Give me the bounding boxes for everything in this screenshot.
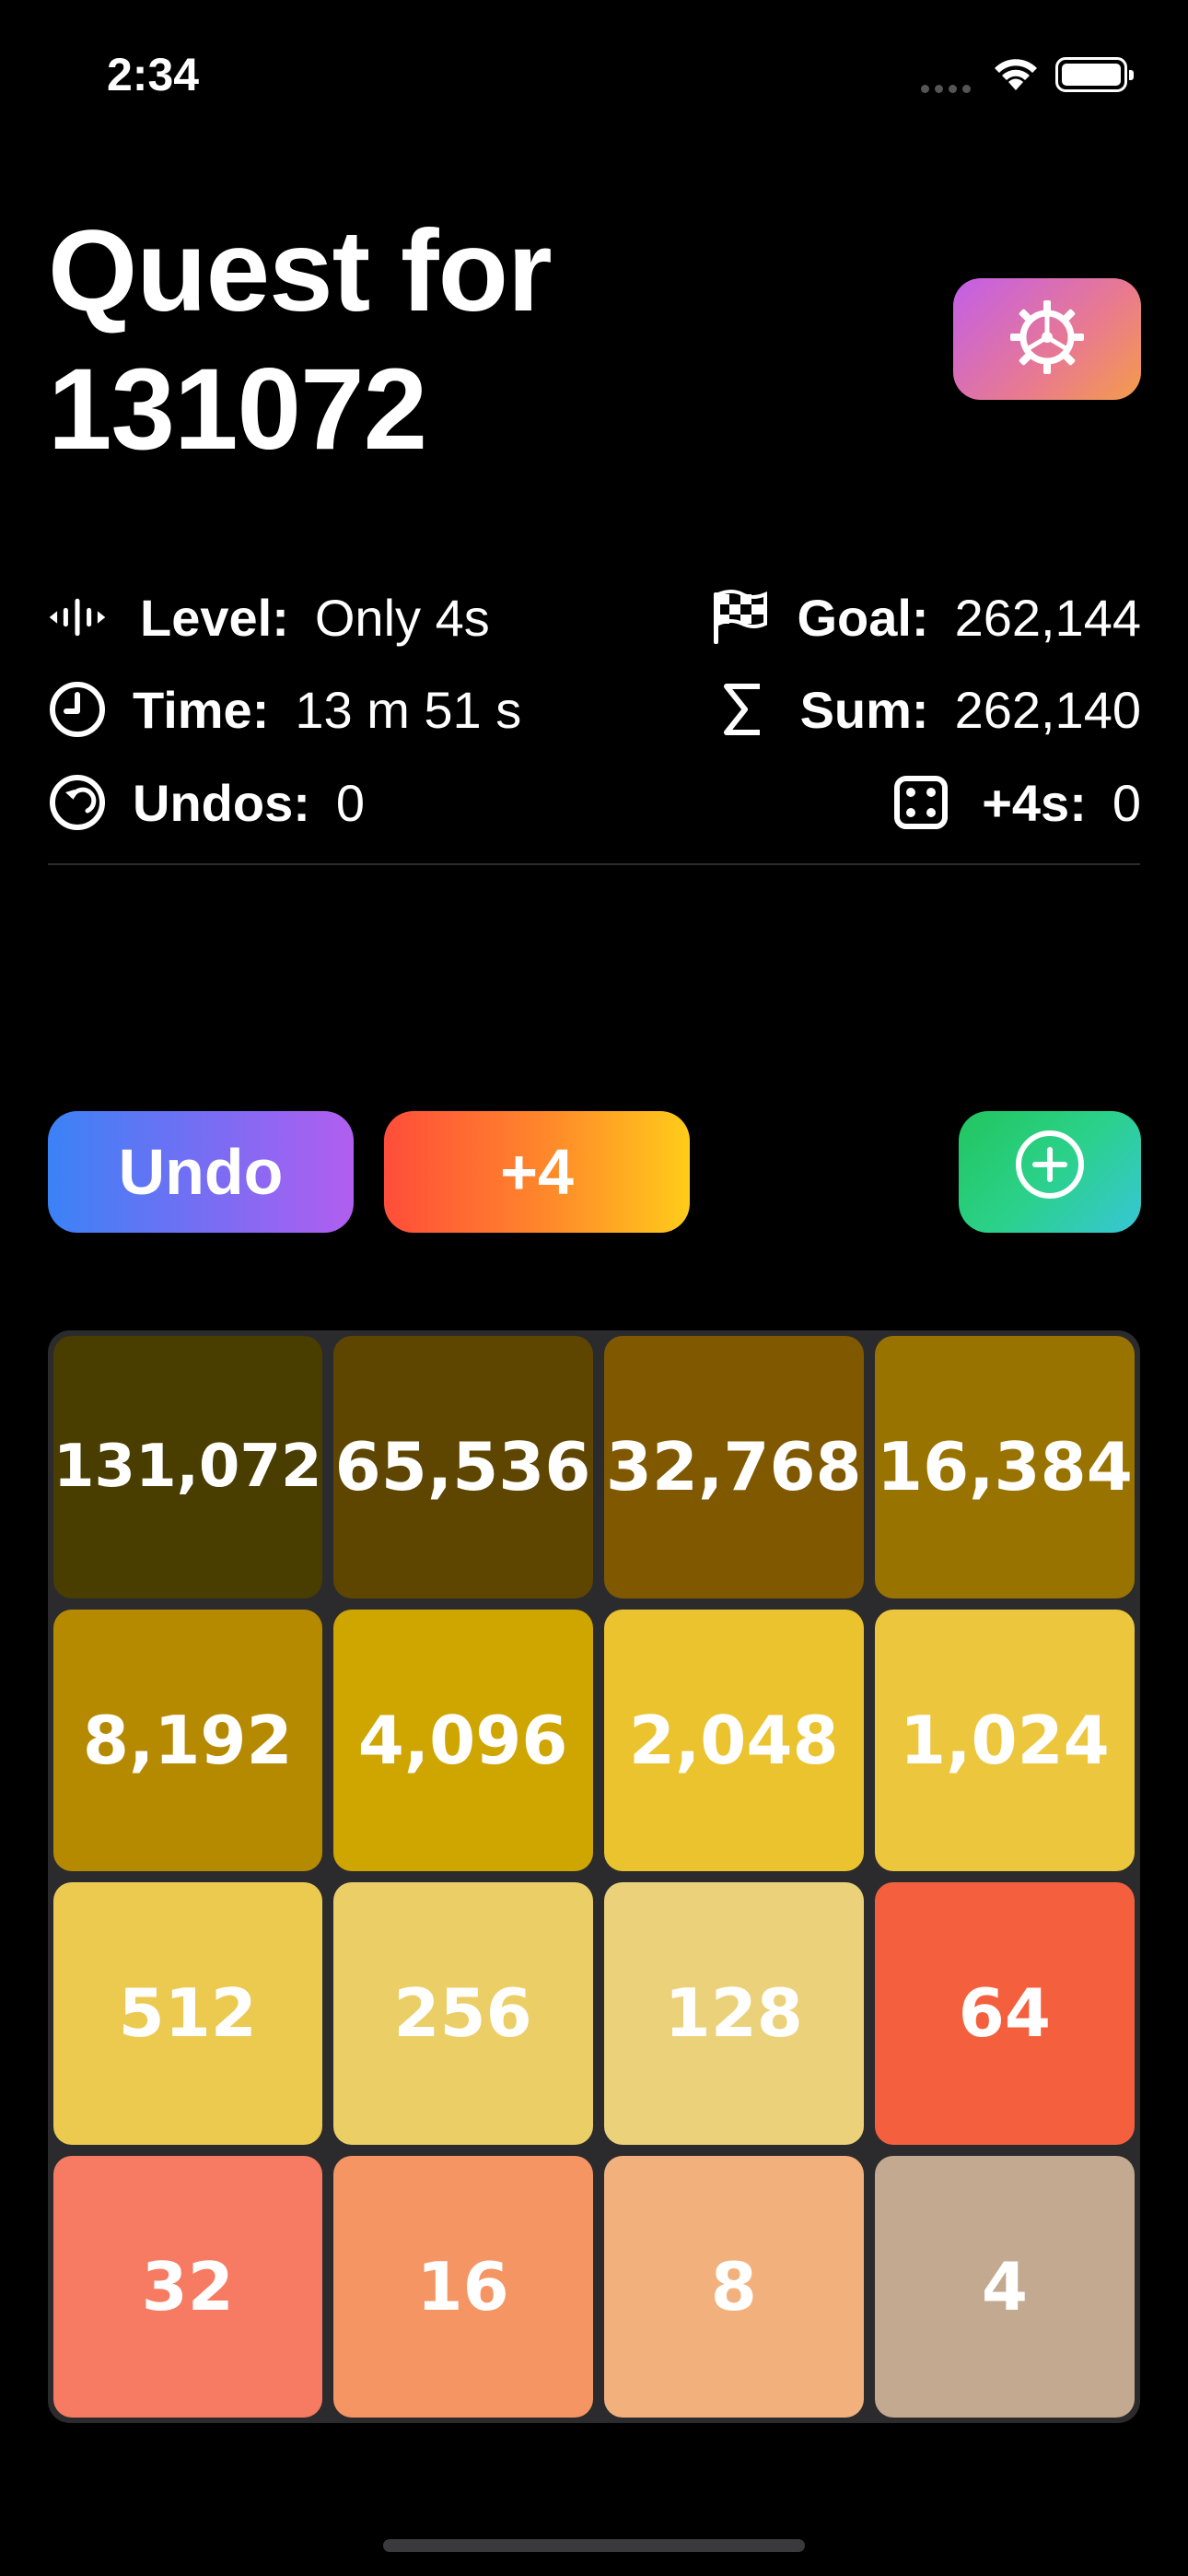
time-value: 13 m 51 s xyxy=(295,680,522,739)
stat-sum: Sum: 262,140 xyxy=(681,673,1141,746)
game-board[interactable]: 131,072 65,536 32,768 16,384 8,192 4,096 2,048… xyxy=(48,1330,1140,2423)
wifi-icon xyxy=(993,53,1039,97)
gear-icon xyxy=(1008,299,1086,381)
new-game-button[interactable] xyxy=(959,1111,1141,1233)
stat-goal: Goal: 262,144 xyxy=(681,580,1141,654)
tile: 16,384 xyxy=(874,1336,1135,1598)
plus4s-label: +4s: xyxy=(982,773,1087,832)
tile: 512 xyxy=(53,1882,322,2145)
stat-time: Time: 13 m 51 s xyxy=(48,673,521,746)
tile: 32 xyxy=(53,2155,322,2418)
tile: 1,024 xyxy=(874,1609,1135,1871)
tile: 64 xyxy=(874,1882,1135,2145)
time-label: Time: xyxy=(133,680,270,739)
battery-icon xyxy=(1055,57,1134,92)
sum-label: Sum: xyxy=(799,680,929,739)
tile: 8 xyxy=(603,2155,864,2418)
tile: 256 xyxy=(332,1882,593,2145)
cellular-signal-icon xyxy=(921,85,971,93)
stat-level: Level: Only 4s xyxy=(48,580,490,654)
tile: 2,048 xyxy=(603,1609,864,1871)
tile: 65,536 xyxy=(332,1336,593,1598)
page-title: Quest for 131072 xyxy=(48,207,553,474)
goal-value: 262,144 xyxy=(954,588,1141,647)
status-time: 2:34 xyxy=(107,49,200,100)
checkered-flag-icon xyxy=(710,588,769,647)
level-value: Only 4s xyxy=(314,588,490,647)
sigma-icon xyxy=(714,680,773,739)
tile: 4,096 xyxy=(332,1609,593,1871)
tile: 128 xyxy=(603,1882,864,2145)
stat-undos: Undos: 0 xyxy=(48,766,365,839)
level-label: Level: xyxy=(140,588,289,647)
tile: 16 xyxy=(332,2155,593,2418)
undos-label: Undos: xyxy=(133,773,310,832)
clock-icon xyxy=(48,680,107,739)
plus4s-value: 0 xyxy=(1112,773,1141,832)
undos-value: 0 xyxy=(335,773,366,832)
home-indicator[interactable] xyxy=(383,2539,805,2552)
plus-circle-icon xyxy=(1013,1128,1087,1216)
goal-label: Goal: xyxy=(797,588,929,647)
dice-icon xyxy=(891,773,950,832)
settings-button[interactable] xyxy=(953,278,1141,400)
tile: 131,072 xyxy=(53,1336,322,1598)
sum-value: 262,140 xyxy=(954,680,1141,739)
undo-icon xyxy=(48,773,107,832)
tile: 4 xyxy=(874,2155,1135,2418)
undo-button[interactable]: Undo xyxy=(48,1111,354,1233)
divider xyxy=(48,863,1140,865)
plus4-button[interactable]: +4 xyxy=(384,1111,690,1233)
tile: 8,192 xyxy=(53,1609,322,1871)
stat-plus4s: +4s: 0 xyxy=(681,766,1141,839)
level-icon xyxy=(48,588,107,647)
tile: 32,768 xyxy=(603,1336,864,1598)
